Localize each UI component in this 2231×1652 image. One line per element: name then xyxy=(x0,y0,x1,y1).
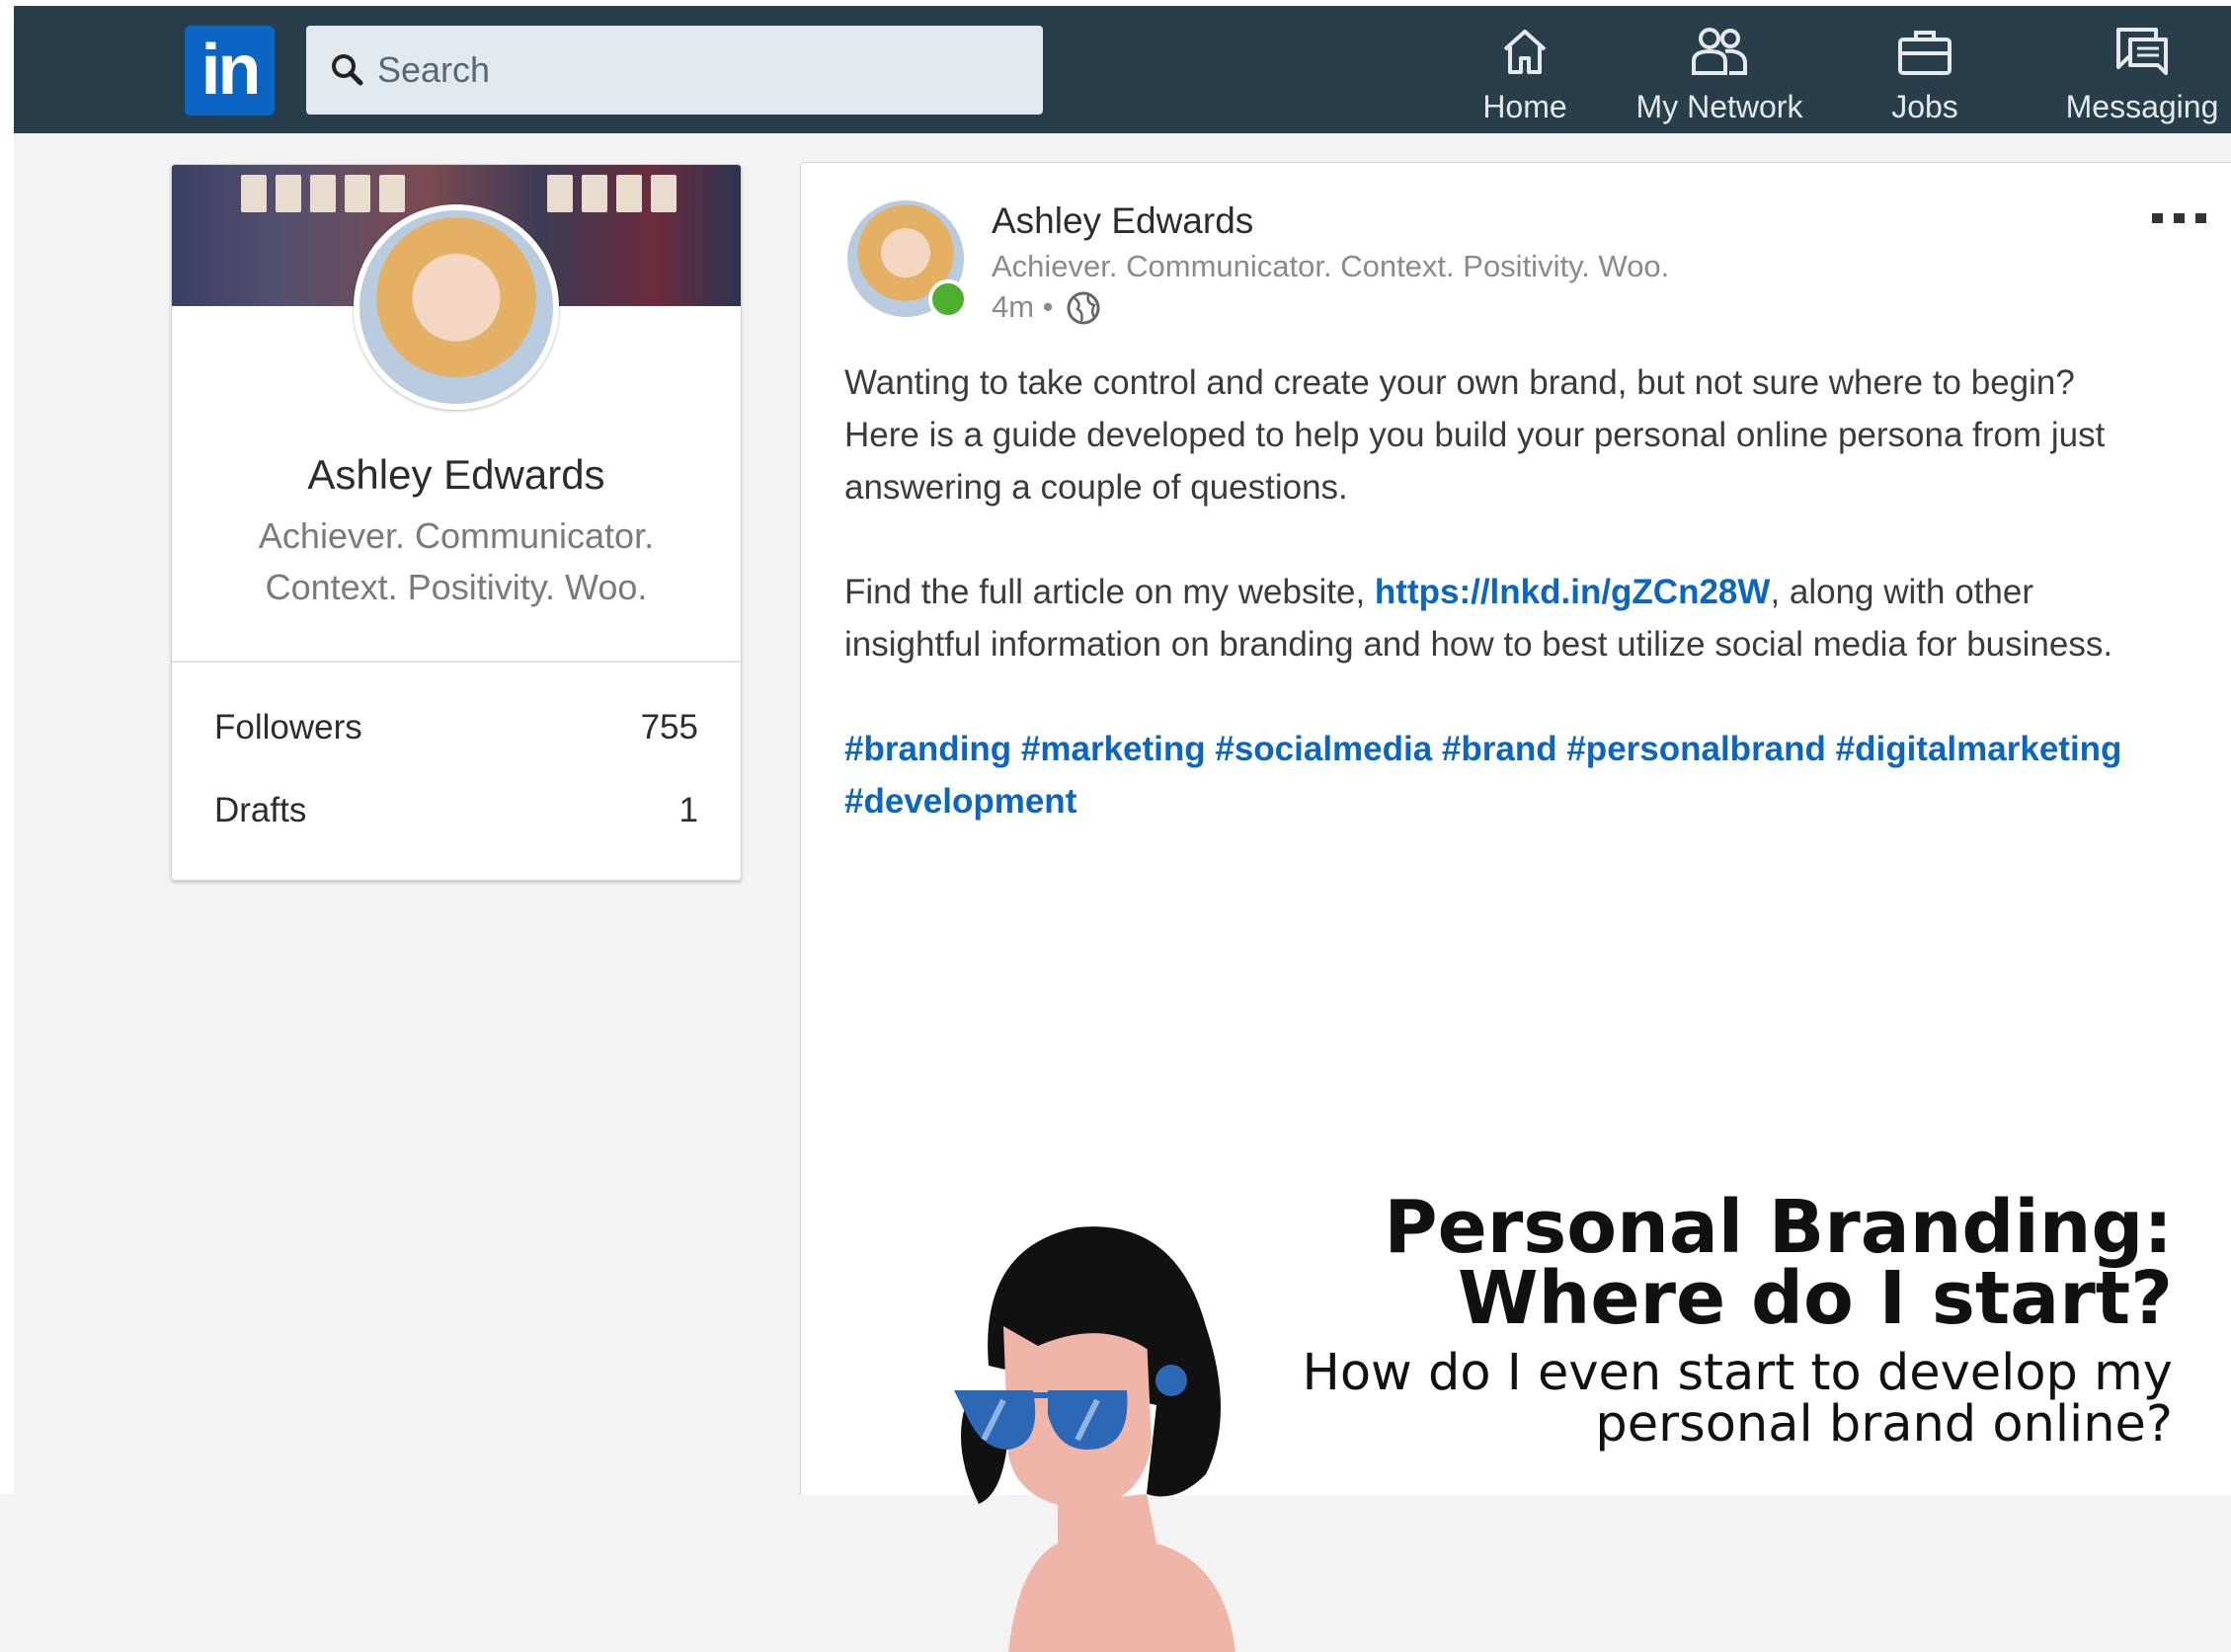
network-icon xyxy=(1692,28,1747,75)
image-title-line: Where do I start? xyxy=(1458,1256,2173,1341)
profile-divider xyxy=(172,661,741,663)
image-title: Personal Branding: Where do I start? xyxy=(1384,1185,2173,1341)
post-author-headline: Achiever. Communicator. Context. Positiv… xyxy=(992,249,1670,283)
post-text-line: answering a couple of questions. xyxy=(844,468,1348,507)
nav-item-my-network[interactable]: My Network xyxy=(1626,24,1813,132)
nav-item-messaging[interactable]: Messaging xyxy=(2058,24,2226,132)
global-nav: in Home My Network Jobs xyxy=(14,6,2231,133)
image-title-line: Personal Branding: xyxy=(1384,1185,2173,1270)
post-text-segment: , along with other xyxy=(1770,573,2033,611)
post-text-line: Find the full article on my website, htt… xyxy=(844,566,2227,618)
nav-item-home[interactable]: Home xyxy=(1466,24,1584,132)
briefcase-icon xyxy=(1898,31,1952,75)
profile-avatar[interactable] xyxy=(354,204,559,410)
drafts-stat[interactable]: Drafts 1 xyxy=(214,791,698,830)
nav-item-jobs[interactable]: Jobs xyxy=(1871,24,1979,132)
linkedin-logo[interactable]: in xyxy=(185,26,275,116)
drafts-count: 1 xyxy=(678,791,698,829)
drafts-label: Drafts xyxy=(214,791,307,829)
search-icon xyxy=(332,54,363,86)
online-status-indicator xyxy=(928,279,968,319)
more-options-icon[interactable] xyxy=(2150,210,2209,226)
post-author-name[interactable]: Ashley Edwards xyxy=(992,200,1253,242)
profile-name[interactable]: Ashley Edwards xyxy=(172,451,741,499)
profile-headline: Achiever. Communicator. Context. Positiv… xyxy=(258,515,655,607)
post-text-line: Here is a guide developed to help you bu… xyxy=(844,416,2106,454)
image-subtitle: How do I even start to develop my person… xyxy=(1302,1348,2173,1451)
followers-count: 755 xyxy=(640,708,698,747)
followers-stat[interactable]: Followers 755 xyxy=(214,708,698,747)
nav-item-my-network-label: My Network xyxy=(1635,89,1803,124)
woman-illustration xyxy=(954,1226,1235,1652)
profile-card: Ashley Edwards Achiever. Communicator. C… xyxy=(171,164,742,881)
home-icon xyxy=(1503,30,1547,74)
image-subtitle-line: How do I even start to develop my xyxy=(1302,1344,2173,1402)
search-bar[interactable] xyxy=(306,26,1043,115)
post-text-line: insightful information on branding and h… xyxy=(844,625,2113,664)
image-subtitle-line: personal brand online? xyxy=(1595,1395,2173,1454)
search-input[interactable] xyxy=(377,26,1019,115)
followers-label: Followers xyxy=(214,708,362,747)
nav-item-jobs-label: Jobs xyxy=(1891,89,1958,124)
messaging-icon xyxy=(2116,28,2168,75)
hashtag-line[interactable]: #development xyxy=(844,775,2227,827)
left-edge xyxy=(0,0,14,1494)
post-text-segment: Find the full article on my website, xyxy=(844,573,1375,611)
hashtag-line[interactable]: #branding #marketing #socialmedia #brand… xyxy=(844,723,2227,775)
nav-item-messaging-label: Messaging xyxy=(2065,89,2219,124)
article-link[interactable]: https://lnkd.in/gZCn28W xyxy=(1375,573,1771,611)
post-timestamp: 4m • xyxy=(992,289,1054,324)
post-text-line: Wanting to take control and create your … xyxy=(844,363,2075,402)
feed-post: Ashley Edwards Achiever. Communicator. C… xyxy=(800,162,2231,1652)
nav-item-home-label: Home xyxy=(1482,89,1567,124)
globe-icon xyxy=(1067,291,1100,325)
